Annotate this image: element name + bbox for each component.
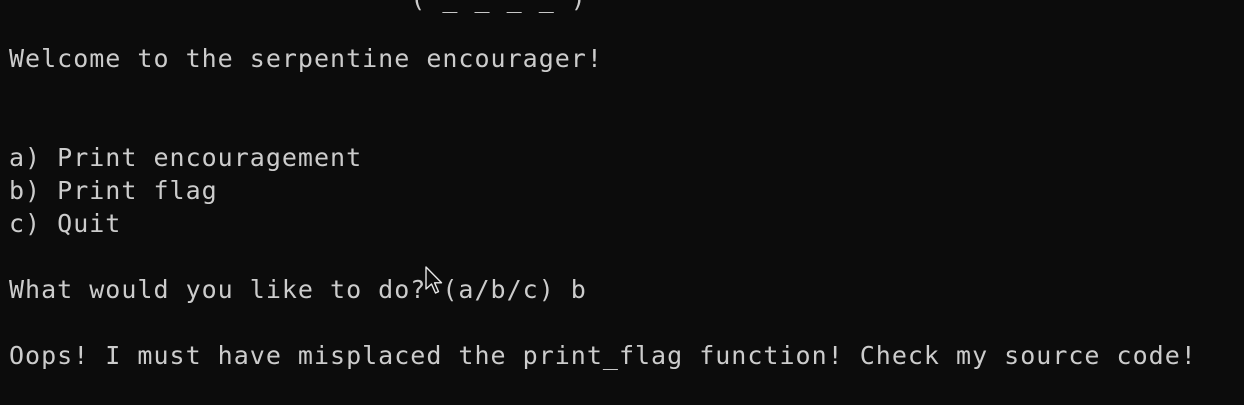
menu-option-b: b) Print flag [9,176,218,205]
menu-option-c: c) Quit [9,209,122,238]
welcome-text: Welcome to the serpentine encourager! [9,44,603,73]
terminal-window[interactable]: ( _ _ _ _ ) Welcome to the serpentine en… [0,0,1244,405]
ascii-art-remnant: ( _ _ _ _ ) [9,0,587,15]
menu-option-a: a) Print encouragement [9,143,363,172]
program-response: Oops! I must have misplaced the print_fl… [9,341,1197,370]
mouse-pointer-icon [425,266,443,294]
input-prompt[interactable]: What would you like to do? (a/b/c) b [9,273,587,306]
